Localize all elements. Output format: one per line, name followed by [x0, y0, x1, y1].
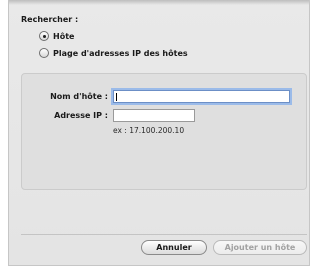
- radio-ip-range-label[interactable]: Plage d'adresses IP des hôtes: [53, 49, 188, 58]
- search-label: Rechercher :: [21, 15, 79, 24]
- radio-host[interactable]: Hôte: [39, 31, 74, 41]
- radio-ip-range[interactable]: Plage d'adresses IP des hôtes: [39, 48, 188, 58]
- add-host-button[interactable]: Ajouter un hôte: [213, 240, 307, 255]
- cancel-button[interactable]: Annuler: [141, 240, 207, 255]
- radio-host-label[interactable]: Hôte: [53, 32, 74, 41]
- button-separator: [21, 234, 307, 235]
- hostname-input[interactable]: [113, 90, 290, 103]
- sheet-top-shadow: [9, 0, 309, 5]
- text-caret: [116, 93, 117, 101]
- ip-example-hint: ex : 17.100.200.10: [113, 126, 185, 135]
- hostname-label: Nom d'hôte :: [50, 92, 108, 101]
- ip-address-label: Adresse IP :: [54, 111, 108, 120]
- radio-ip-range-indicator[interactable]: [39, 48, 49, 58]
- host-details-group: Nom d'hôte : Adresse IP : ex : 17.100.20…: [21, 73, 307, 190]
- add-host-sheet: Rechercher : Hôte Plage d'adresses IP de…: [8, 0, 310, 266]
- ip-address-input[interactable]: [113, 109, 195, 122]
- radio-host-indicator[interactable]: [39, 31, 49, 41]
